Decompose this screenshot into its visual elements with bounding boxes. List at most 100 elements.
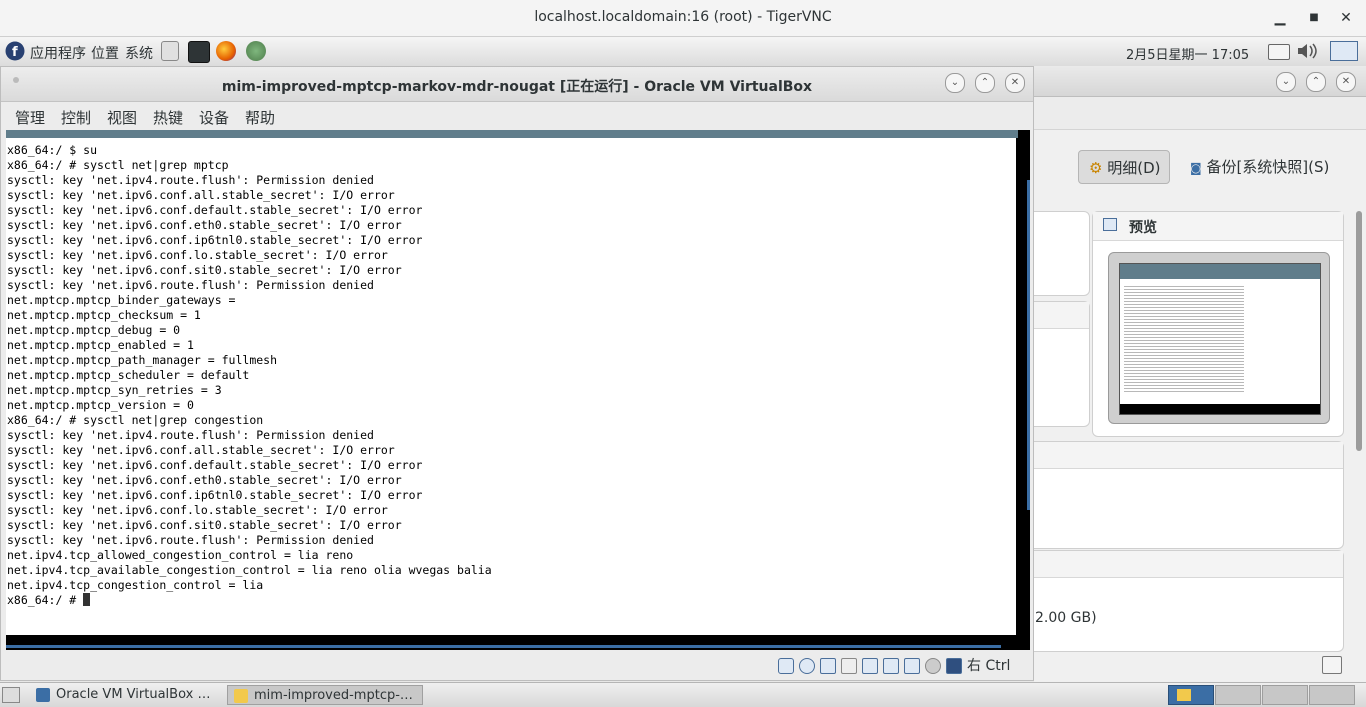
details-button[interactable]: ⚙ 明细(D): [1078, 150, 1170, 184]
terminal-line: net.ipv4.tcp_allowed_congestion_control …: [7, 548, 354, 562]
system-menu[interactable]: 系统: [125, 43, 153, 63]
svg-text:f: f: [12, 45, 18, 60]
terminal-line: sysctl: key 'net.ipv6.conf.lo.stable_sec…: [7, 248, 388, 262]
details-label: 明细(D): [1107, 159, 1161, 177]
terminal-prompt-line[interactable]: x86_64:/ #: [7, 593, 1016, 608]
display-card: [1024, 441, 1344, 549]
terminal-line: sysctl: key 'net.ipv6.conf.eth0.stable_s…: [7, 473, 402, 487]
menu-machine[interactable]: 管理: [15, 107, 45, 128]
bottom-taskbar: Oracle VM VirtualBox … mim-improved-mptc…: [0, 682, 1366, 707]
applications-menu[interactable]: 应用程序: [30, 43, 86, 63]
vm-minimize-button[interactable]: ⌄: [945, 73, 965, 93]
text-editor-launcher-icon[interactable]: [161, 41, 179, 61]
terminal-line: net.mptcp.mptcp_syn_retries = 3: [7, 383, 222, 397]
terminal-lines: x86_64:/ $ su x86_64:/ # sysctl net|grep …: [7, 143, 1016, 608]
terminal-cursor: [83, 593, 91, 606]
firefox-launcher-icon[interactable]: [216, 41, 236, 61]
menu-devices[interactable]: 设备: [199, 107, 229, 128]
network-icon[interactable]: [1330, 41, 1358, 61]
recording-icon[interactable]: [925, 658, 941, 674]
terminal-line: net.mptcp.mptcp_enabled = 1: [7, 338, 194, 352]
shared-folders-icon[interactable]: [841, 658, 857, 674]
terminal-output[interactable]: x86_64:/ $ su x86_64:/ # sysctl net|grep …: [6, 138, 1016, 635]
terminal-line: x86_64:/ $ su: [7, 143, 98, 157]
preview-screen: [1119, 263, 1321, 415]
vm-window-title: mim-improved-mptcp-markov-mdr-nougat [正在…: [221, 79, 813, 95]
manager-maximize-button[interactable]: ⌃: [1306, 72, 1326, 92]
system-card-header: [1025, 302, 1089, 329]
vnc-window-title: localhost.localdomain:16 (root) - TigerV…: [534, 9, 832, 25]
gear-icon: ⚙: [1089, 159, 1103, 177]
workspace-2[interactable]: [1215, 685, 1261, 705]
monitor-icon: [1103, 218, 1117, 231]
terminal-line: sysctl: key 'net.ipv6.conf.all.stable_se…: [7, 443, 395, 457]
mouse-integration-icon[interactable]: [946, 658, 962, 674]
show-desktop-icon[interactable]: [2, 687, 20, 703]
terminal-line: net.mptcp.mptcp_binder_gateways =: [7, 293, 236, 307]
audio-icon[interactable]: [820, 658, 836, 674]
terminal-line: x86_64:/ # sysctl net|grep mptcp: [7, 158, 229, 172]
terminal-line: net.ipv4.tcp_available_congestion_contro…: [7, 563, 492, 577]
terminal-scrollbar[interactable]: [1027, 180, 1030, 510]
preview-card-header: 预览: [1093, 212, 1343, 241]
screenshot-launcher-icon[interactable]: [246, 41, 266, 61]
terminal-line: sysctl: key 'net.ipv6.conf.all.stable_se…: [7, 188, 395, 202]
virtualbox-manager-window: ⌄ ⌃ ✕ ⚙ 明细(D) ◙ 备份[系统快照](S) 预览 2.00 GB): [1024, 66, 1366, 682]
guest-display[interactable]: x86_64:/ $ su x86_64:/ # sysctl net|grep …: [6, 130, 1030, 650]
terminal-line: sysctl: key 'net.ipv6.route.flush': Perm…: [7, 278, 374, 292]
preview-card: 预览: [1092, 211, 1344, 437]
vm-statusbar: 右 Ctrl: [1, 650, 1033, 680]
vm-window: mim-improved-mptcp-markov-mdr-nougat [正在…: [0, 66, 1034, 681]
menu-control[interactable]: 控制: [61, 107, 91, 128]
menu-view[interactable]: 视图: [107, 107, 137, 128]
taskbar-item-label: mim-improved-mptcp-…: [254, 688, 413, 703]
manager-minimize-button[interactable]: ⌄: [1276, 72, 1296, 92]
vm-menubar: 管理 控制 视图 热键 设备 帮助: [1, 102, 1033, 130]
terminal-line: sysctl: key 'net.ipv6.conf.default.stabl…: [7, 458, 423, 472]
vm-window-icon: [234, 689, 248, 703]
hard-disk-icon[interactable]: [778, 658, 794, 674]
vnc-minimize-button[interactable]: ▁: [1270, 8, 1290, 28]
workspace-3[interactable]: [1262, 685, 1308, 705]
manager-scrollbar[interactable]: [1356, 211, 1362, 451]
terminal-launcher-icon[interactable]: [188, 41, 210, 63]
menu-help[interactable]: 帮助: [245, 107, 275, 128]
terminal-line: net.mptcp.mptcp_path_manager = fullmesh: [7, 353, 278, 367]
clock[interactable]: 2月5日星期一 17:05: [1126, 44, 1249, 63]
vm-maximize-button[interactable]: ⌃: [975, 73, 995, 93]
volume-icon[interactable]: [1296, 42, 1318, 60]
virtualbox-icon: [36, 688, 50, 702]
terminal-line: net.ipv4.tcp_congestion_control = lia: [7, 578, 264, 592]
workspace-4[interactable]: [1309, 685, 1355, 705]
vnc-maximize-button[interactable]: ■: [1304, 8, 1324, 28]
keyboard-icon[interactable]: [1268, 44, 1290, 60]
fedora-logo-icon[interactable]: f: [5, 41, 25, 61]
display-icon[interactable]: [862, 658, 878, 674]
vm-close-button[interactable]: ✕: [1005, 73, 1025, 93]
menu-hotkeys[interactable]: 热键: [153, 107, 183, 128]
optical-drive-icon[interactable]: [799, 658, 815, 674]
manager-close-button[interactable]: ✕: [1336, 72, 1356, 92]
storage-card: 2.00 GB): [1024, 550, 1344, 652]
gnome-top-panel: f 应用程序 位置 系统 2月5日星期一 17:05: [0, 37, 1366, 67]
taskbar-item-vm-window[interactable]: mim-improved-mptcp-…: [227, 685, 423, 705]
places-menu[interactable]: 位置: [91, 43, 119, 63]
usb-icon[interactable]: [904, 658, 920, 674]
preview-title: 预览: [1129, 220, 1157, 236]
terminal-line: sysctl: key 'net.ipv6.conf.ip6tnl0.stabl…: [7, 233, 423, 247]
guest-bottom-bar: [6, 645, 1001, 648]
vm-titlebar: mim-improved-mptcp-markov-mdr-nougat [正在…: [1, 67, 1033, 102]
notification-icon[interactable]: [1322, 656, 1342, 674]
storage-size-text: 2.00 GB): [1035, 610, 1097, 626]
vnc-close-button[interactable]: ✕: [1336, 8, 1356, 28]
terminal-line: sysctl: key 'net.ipv4.route.flush': Perm…: [7, 173, 374, 187]
snapshot-button[interactable]: ◙ 备份[系统快照](S): [1190, 150, 1329, 184]
terminal-line: sysctl: key 'net.ipv6.conf.eth0.stable_s…: [7, 218, 402, 232]
preview-thumbnail: [1108, 252, 1330, 424]
host-key-label: 右 Ctrl: [967, 658, 1011, 674]
terminal-line: sysctl: key 'net.ipv6.conf.sit0.stable_s…: [7, 518, 402, 532]
network-adapter-icon[interactable]: [883, 658, 899, 674]
taskbar-item-virtualbox-manager[interactable]: Oracle VM VirtualBox …: [30, 685, 226, 705]
workspace-1[interactable]: [1168, 685, 1214, 705]
camera-icon: ◙: [1190, 161, 1202, 175]
